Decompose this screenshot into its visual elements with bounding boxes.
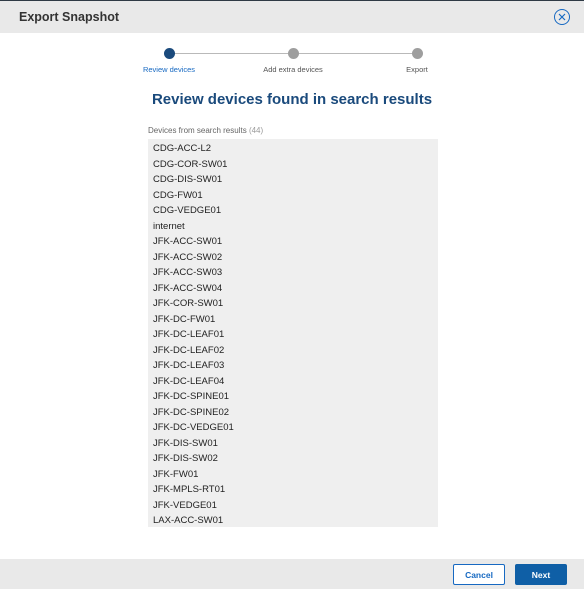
device-list-item[interactable]: JFK-ACC-SW04 [148,281,438,297]
device-list-item[interactable]: JFK-DC-SPINE01 [148,389,438,405]
device-list-item[interactable]: JFK-DIS-SW01 [148,436,438,452]
device-list-item[interactable]: JFK-FW01 [148,467,438,483]
cancel-button[interactable]: Cancel [453,564,505,585]
device-list-label-text: Devices from search results [148,126,247,135]
device-list-item[interactable]: JFK-DC-LEAF02 [148,343,438,359]
dialog-title: Export Snapshot [19,10,120,24]
page-heading: Review devices found in search results [151,91,433,108]
step-2-label: Add extra devices [263,65,323,74]
device-list-item[interactable]: CDG-ACC-L2 [148,141,438,157]
close-button[interactable] [554,9,570,25]
device-list-label: Devices from search results (44) [148,126,263,135]
device-list-item[interactable]: CDG-VEDGE01 [148,203,438,219]
device-list-item[interactable]: JFK-VEDGE01 [148,498,438,514]
device-list-item[interactable]: JFK-DIS-SW02 [148,451,438,467]
device-list-item[interactable]: JFK-MPLS-RT01 [148,482,438,498]
device-list-item[interactable]: JFK-DC-VEDGE01 [148,420,438,436]
device-list-item[interactable]: JFK-DC-LEAF01 [148,327,438,343]
export-snapshot-dialog: Export Snapshot Review devices Add extra… [0,0,584,589]
device-list-item[interactable]: internet [148,219,438,235]
device-list-item[interactable]: CDG-COR-SW01 [148,157,438,173]
device-list-item[interactable]: CDG-DIS-SW01 [148,172,438,188]
device-list-item[interactable]: JFK-ACC-SW03 [148,265,438,281]
device-list[interactable]: CDG-ACC-L2 CDG-COR-SW01 CDG-DIS-SW01 CDG-FW… [148,139,438,527]
device-list-item[interactable]: LAX-ACC-SW01 [148,513,438,527]
device-list-item[interactable]: CDG-FW01 [148,188,438,204]
dialog-header: Export Snapshot [0,1,584,33]
device-list-item[interactable]: JFK-DC-LEAF03 [148,358,438,374]
step-connector [298,53,412,54]
step-2-dot [288,48,299,59]
dialog-footer: Cancel Next [0,559,584,589]
device-list-item[interactable]: JFK-DC-FW01 [148,312,438,328]
close-icon [558,13,566,21]
device-list-item[interactable]: JFK-ACC-SW02 [148,250,438,266]
device-count: (44) [248,126,264,135]
next-button[interactable]: Next [515,564,567,585]
step-connector [174,53,288,54]
step-3-dot [412,48,423,59]
step-1-label: Review devices [142,65,196,74]
step-1-dot [164,48,175,59]
stepper: Review devices Add extra devices Export [0,45,584,75]
device-list-item[interactable]: JFK-DC-LEAF04 [148,374,438,390]
step-3-label: Export [406,65,428,74]
device-list-item[interactable]: JFK-DC-SPINE02 [148,405,438,421]
device-list-item[interactable]: JFK-ACC-SW01 [148,234,438,250]
device-list-item[interactable]: JFK-COR-SW01 [148,296,438,312]
